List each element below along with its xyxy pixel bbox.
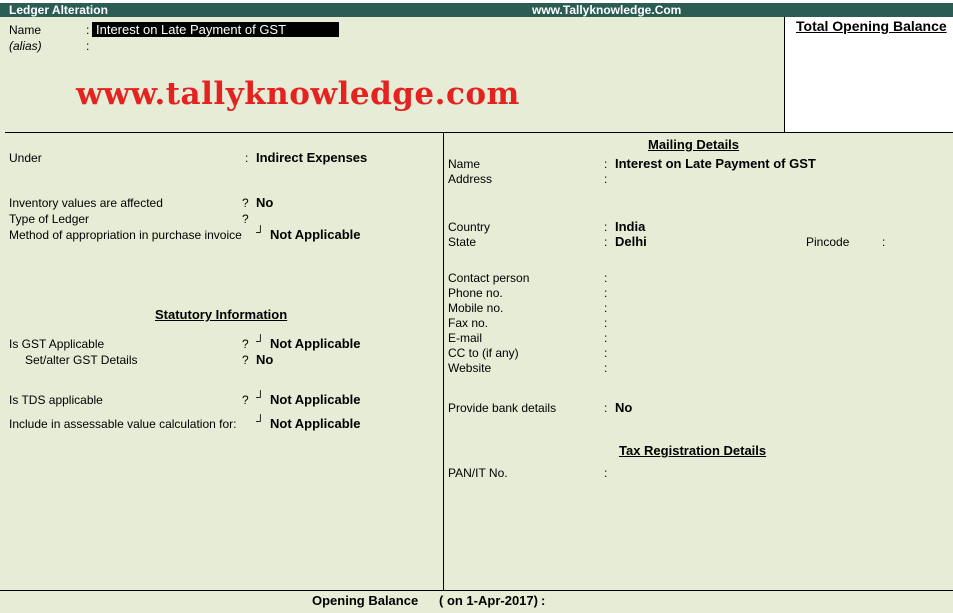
gst-applicable-label: Is GST Applicable [9,337,105,351]
opening-balance-date: ( on 1-Apr-2017) [439,593,538,608]
alias-input[interactable] [92,39,332,53]
opening-balance-bar: Opening Balance ( on 1-Apr-2017) : [0,590,953,613]
mailing-name-value[interactable]: Interest on Late Payment of GST [615,157,816,171]
bank-details-label: Provide bank details [448,401,557,415]
tax-registration-title: Tax Registration Details [619,443,767,458]
cc-colon: : [604,346,608,360]
type-of-ledger-sep: ? [242,212,249,226]
site-title: www.Tallyknowledge.Com [532,3,682,17]
cc-label: CC to (if any) [448,346,519,360]
state-value[interactable]: Delhi [615,235,647,249]
under-label: Under [9,151,42,165]
alias-label: (alias) [9,39,42,53]
statutory-info-title: Statutory Information [155,307,288,322]
mobile-colon: : [604,301,608,315]
method-marker: ┘ [256,225,265,239]
bank-details-colon: : [604,401,608,415]
bank-details-value[interactable]: No [615,401,632,415]
tds-applicable-label: Is TDS applicable [9,393,103,407]
alias-colon: : [86,39,90,53]
watermark: www.tallyknowledge.com [76,76,520,112]
assessable-value-value[interactable]: Not Applicable [270,417,361,431]
state-colon: : [604,235,608,249]
window-title: Ledger Alteration [9,3,108,17]
inventory-label: Inventory values are affected [9,196,163,210]
address-label: Address [448,172,493,186]
name-colon: : [86,23,90,37]
country-label: Country [448,220,491,234]
country-colon: : [604,220,608,234]
assessable-value-label: Include in assessable value calculation … [9,417,237,431]
opening-balance-input[interactable] [552,594,672,610]
email-colon: : [604,331,608,345]
assessable-value-marker: ┘ [256,414,265,428]
tds-applicable-value[interactable]: Not Applicable [270,393,361,407]
pincode-label: Pincode [806,235,850,249]
website-label: Website [448,361,492,375]
opening-balance-colon: : [541,593,546,608]
phone-label: Phone no. [448,286,503,300]
phone-colon: : [604,286,608,300]
tds-applicable-sep: ? [242,393,249,407]
method-label: Method of appropriation in purchase invo… [9,228,242,242]
mailing-details-title: Mailing Details [648,137,740,152]
tds-applicable-marker: ┘ [256,390,265,404]
header-divider [5,132,785,133]
mailing-name-label: Name [448,157,481,171]
pan-colon: : [604,466,608,480]
pan-label: PAN/IT No. [448,466,508,480]
inventory-value[interactable]: No [256,196,273,210]
under-colon: : [245,151,249,165]
gst-applicable-marker: ┘ [256,334,265,348]
under-value[interactable]: Indirect Expenses [256,151,367,165]
website-colon: : [604,361,608,375]
pincode-colon: : [882,235,886,249]
column-divider [443,132,444,590]
mailing-name-colon: : [604,157,608,171]
title-bar: Ledger Alteration www.Tallyknowledge.Com [0,3,953,17]
name-label: Name [9,23,42,37]
state-label: State [448,235,477,249]
email-label: E-mail [448,331,483,345]
country-value[interactable]: India [615,220,645,234]
total-opening-balance-panel: Total Opening Balance [784,17,953,133]
setalter-gst-value[interactable]: No [256,353,273,367]
fax-label: Fax no. [448,316,489,330]
setalter-gst-sep: ? [242,353,249,367]
fax-colon: : [604,316,608,330]
setalter-gst-label: Set/alter GST Details [25,353,138,367]
inventory-sep: ? [242,196,249,210]
method-value[interactable]: Not Applicable [270,228,361,242]
contact-person-label: Contact person [448,271,530,285]
address-colon: : [604,172,608,186]
opening-balance-label: Opening Balance [312,593,419,608]
gst-applicable-sep: ? [242,337,249,351]
total-opening-balance-label: Total Opening Balance [796,18,947,34]
mobile-label: Mobile no. [448,301,504,315]
ledger-name-input[interactable]: Interest on Late Payment of GST [92,22,339,37]
type-of-ledger-label: Type of Ledger [9,212,90,226]
gst-applicable-value[interactable]: Not Applicable [270,337,361,351]
contact-person-colon: : [604,271,608,285]
